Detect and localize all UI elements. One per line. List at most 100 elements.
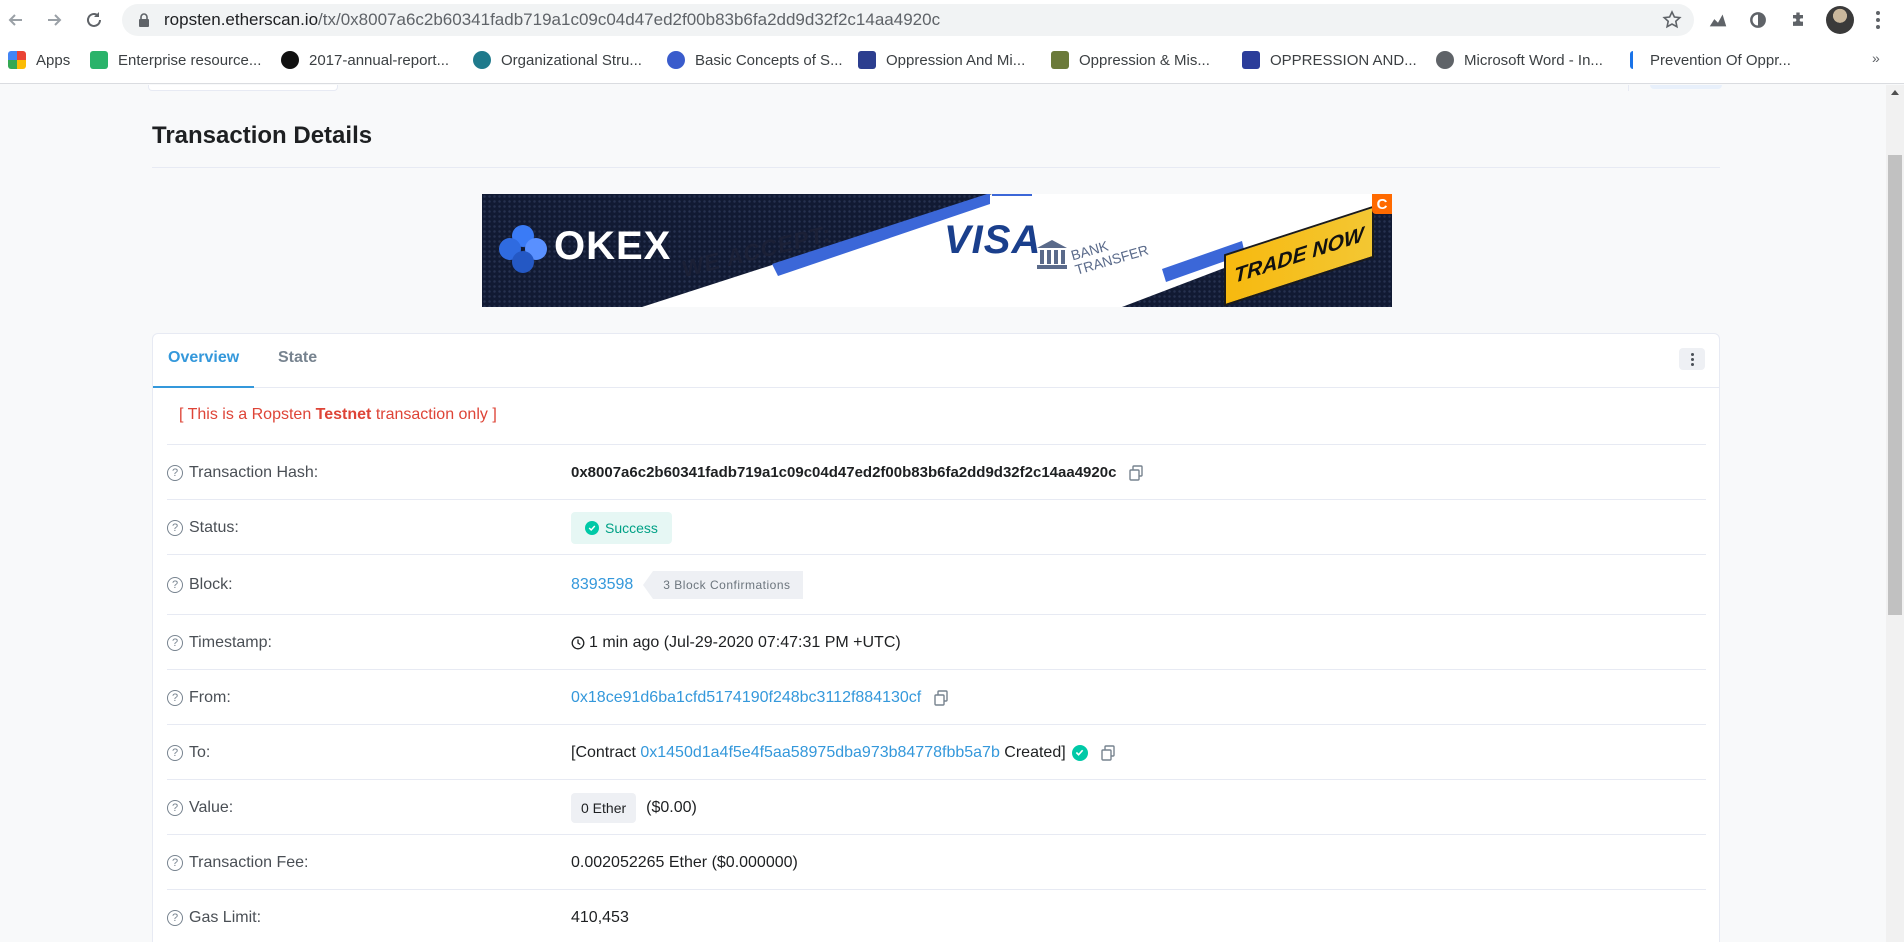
help-icon[interactable]: ? (167, 909, 183, 926)
ad-visa-logo: VISA (944, 218, 1042, 262)
help-icon[interactable]: ? (167, 744, 183, 761)
contract-address-link[interactable]: 0x1450d1a4f5e4f5aa58975dba973b84778fbb5a… (640, 744, 999, 762)
apps-grid-icon (8, 51, 26, 69)
bookmark-favicon-icon (90, 51, 108, 69)
play-icon (281, 51, 299, 69)
bookmark-label: Enterprise resource... (118, 51, 262, 69)
extension-chart-icon[interactable] (1706, 8, 1730, 32)
ad-banner[interactable]: OKEX WE ACCEPT: VISA BANK TRANSFER TRADE… (482, 194, 1392, 307)
label-text: Gas Limit: (189, 908, 262, 926)
bookmark-favicon-icon (1051, 51, 1069, 69)
reload-button[interactable] (80, 6, 108, 34)
help-icon[interactable]: ? (167, 689, 183, 706)
ad-choices-badge[interactable]: C (1372, 194, 1392, 214)
bookmark-item[interactable]: 2017-annual-report... (281, 46, 449, 74)
more-options-icon[interactable] (1679, 348, 1705, 370)
tab-overview[interactable]: Overview (153, 334, 255, 388)
label-text: Block: (189, 576, 233, 593)
row-label: ? Gas Limit: (167, 890, 261, 942)
status-text: Success (605, 519, 658, 536)
check-circle-icon (585, 520, 599, 535)
block-number-link[interactable]: 8393598 (571, 576, 633, 594)
browser-toolbar: ropsten.etherscan.io/tx/0x8007a6c2b60341… (0, 0, 1904, 40)
row-timestamp: ? Timestamp: 1 min ago (Jul-29-2020 07:47… (167, 614, 1706, 669)
row-label: ? Transaction Hash: (167, 445, 318, 500)
bank-icon (1037, 240, 1067, 269)
testnet-prefix: [ This is a Ropsten (179, 406, 316, 423)
copy-icon[interactable] (933, 689, 949, 706)
row-value: [Contract 0x1450d1a4f5e4f5aa58975dba973b… (571, 725, 1116, 780)
row-block: ? Block: 8393598 3 Block Confirmations (167, 554, 1706, 614)
row-from: ? From: 0x18ce91d6ba1cfd5174190f248bc3112… (167, 669, 1706, 724)
bookmark-item[interactable]: Enterprise resource... (90, 46, 261, 74)
bookmark-item[interactable]: Microsoft Word - In... (1436, 46, 1603, 74)
copy-icon[interactable] (1100, 744, 1116, 761)
globe-icon (1436, 51, 1454, 69)
bookmarks-bar: Apps Enterprise resource... 2017-annual-… (0, 46, 1904, 74)
help-icon[interactable]: ? (167, 577, 183, 593)
page-scrollbar[interactable] (1886, 85, 1904, 942)
bookmark-favicon-icon (473, 51, 491, 69)
confirmations-badge: 3 Block Confirmations (643, 571, 803, 599)
bookmark-label: OPPRESSION AND... (1270, 51, 1417, 69)
transaction-hash: 0x8007a6c2b60341fadb719a1c09c04d47ed2f00… (571, 464, 1117, 481)
help-icon[interactable]: ? (167, 464, 183, 481)
extension-circle-icon[interactable] (1746, 8, 1770, 32)
bookmark-label: 2017-annual-report... (309, 51, 450, 69)
bookmark-favicon-icon (1242, 51, 1260, 69)
row-to: ? To: [Contract 0x1450d1a4f5e4f5aa58975db… (167, 724, 1706, 779)
bookmark-item[interactable]: OPPRESSION AND... (1242, 46, 1417, 74)
copy-icon[interactable] (1128, 464, 1144, 481)
back-button[interactable] (2, 6, 30, 34)
bookmark-item[interactable]: Organizational Stru... (473, 46, 642, 74)
tab-state[interactable]: State (263, 334, 332, 388)
from-address-link[interactable]: 0x18ce91d6ba1cfd5174190f248bc3112f884130… (571, 689, 921, 707)
bookmark-label: Apps (36, 51, 71, 69)
title-divider (152, 167, 1720, 168)
clock-icon (571, 636, 585, 649)
row-transaction-fee: ? Transaction Fee: 0.002052265 Ether ($0.… (167, 834, 1706, 889)
bookmark-apps[interactable]: Apps (8, 46, 70, 74)
bookmark-favicon-icon (1630, 51, 1640, 69)
value-ether: 0 Ether (571, 792, 637, 823)
row-gas-limit: ? Gas Limit: 410,453 (167, 889, 1706, 942)
row-status: ? Status: Success (167, 499, 1706, 554)
status-badge: Success (571, 511, 672, 544)
forward-button[interactable] (40, 6, 68, 34)
row-label: ? Block: (167, 555, 233, 615)
scrollbar-thumb[interactable] (1888, 155, 1902, 615)
help-icon[interactable]: ? (167, 634, 183, 651)
bookmark-item[interactable]: Oppression & Mis... (1051, 46, 1210, 74)
chrome-menu-icon[interactable] (1866, 8, 1890, 32)
row-label: ? Timestamp: (167, 615, 272, 670)
row-label: ? Status: (167, 500, 239, 555)
search-box-remnant (148, 85, 338, 91)
value-usd: ($0.00) (646, 798, 697, 816)
row-value: 410,453 (571, 890, 629, 942)
help-icon[interactable]: ? (167, 854, 183, 871)
bookmark-item[interactable]: Prevention Of Oppr... (1630, 46, 1791, 74)
lock-icon (139, 13, 149, 27)
help-icon[interactable]: ? (167, 799, 183, 816)
label-text: Timestamp: (189, 633, 272, 651)
scroll-up-arrow-icon[interactable] (1891, 90, 1899, 95)
profile-avatar[interactable] (1826, 6, 1854, 34)
url-text: ropsten.etherscan.io/tx/0x8007a6c2b60341… (164, 4, 940, 36)
extensions-puzzle-icon[interactable] (1786, 8, 1810, 32)
row-value-amount: ? Value: 0 Ether ($0.00) (167, 779, 1706, 834)
row-value: 0x8007a6c2b60341fadb719a1c09c04d47ed2f00… (571, 445, 1144, 500)
row-label: ? Value: (167, 780, 233, 835)
timestamp-text: 1 min ago (Jul-29-2020 07:47:31 PM +UTC) (589, 633, 901, 651)
bookmarks-overflow-button[interactable]: » (1872, 50, 1880, 66)
address-bar[interactable]: ropsten.etherscan.io/tx/0x8007a6c2b60341… (122, 4, 1694, 36)
to-suffix: Created] (999, 743, 1066, 761)
help-icon[interactable]: ? (167, 519, 183, 536)
bookmark-star-icon[interactable] (1662, 10, 1682, 30)
row-value: 1 min ago (Jul-29-2020 07:47:31 PM +UTC) (571, 615, 901, 670)
bookmark-favicon-icon (858, 51, 876, 69)
bookmark-item[interactable]: Oppression And Mi... (858, 46, 1025, 74)
row-value: 0 Ether ($0.00) (571, 780, 697, 835)
bookmark-item[interactable]: Basic Concepts of S... (667, 46, 843, 74)
bookmark-label: Prevention Of Oppr... (1650, 51, 1791, 69)
bookmark-label: Microsoft Word - In... (1464, 51, 1603, 69)
